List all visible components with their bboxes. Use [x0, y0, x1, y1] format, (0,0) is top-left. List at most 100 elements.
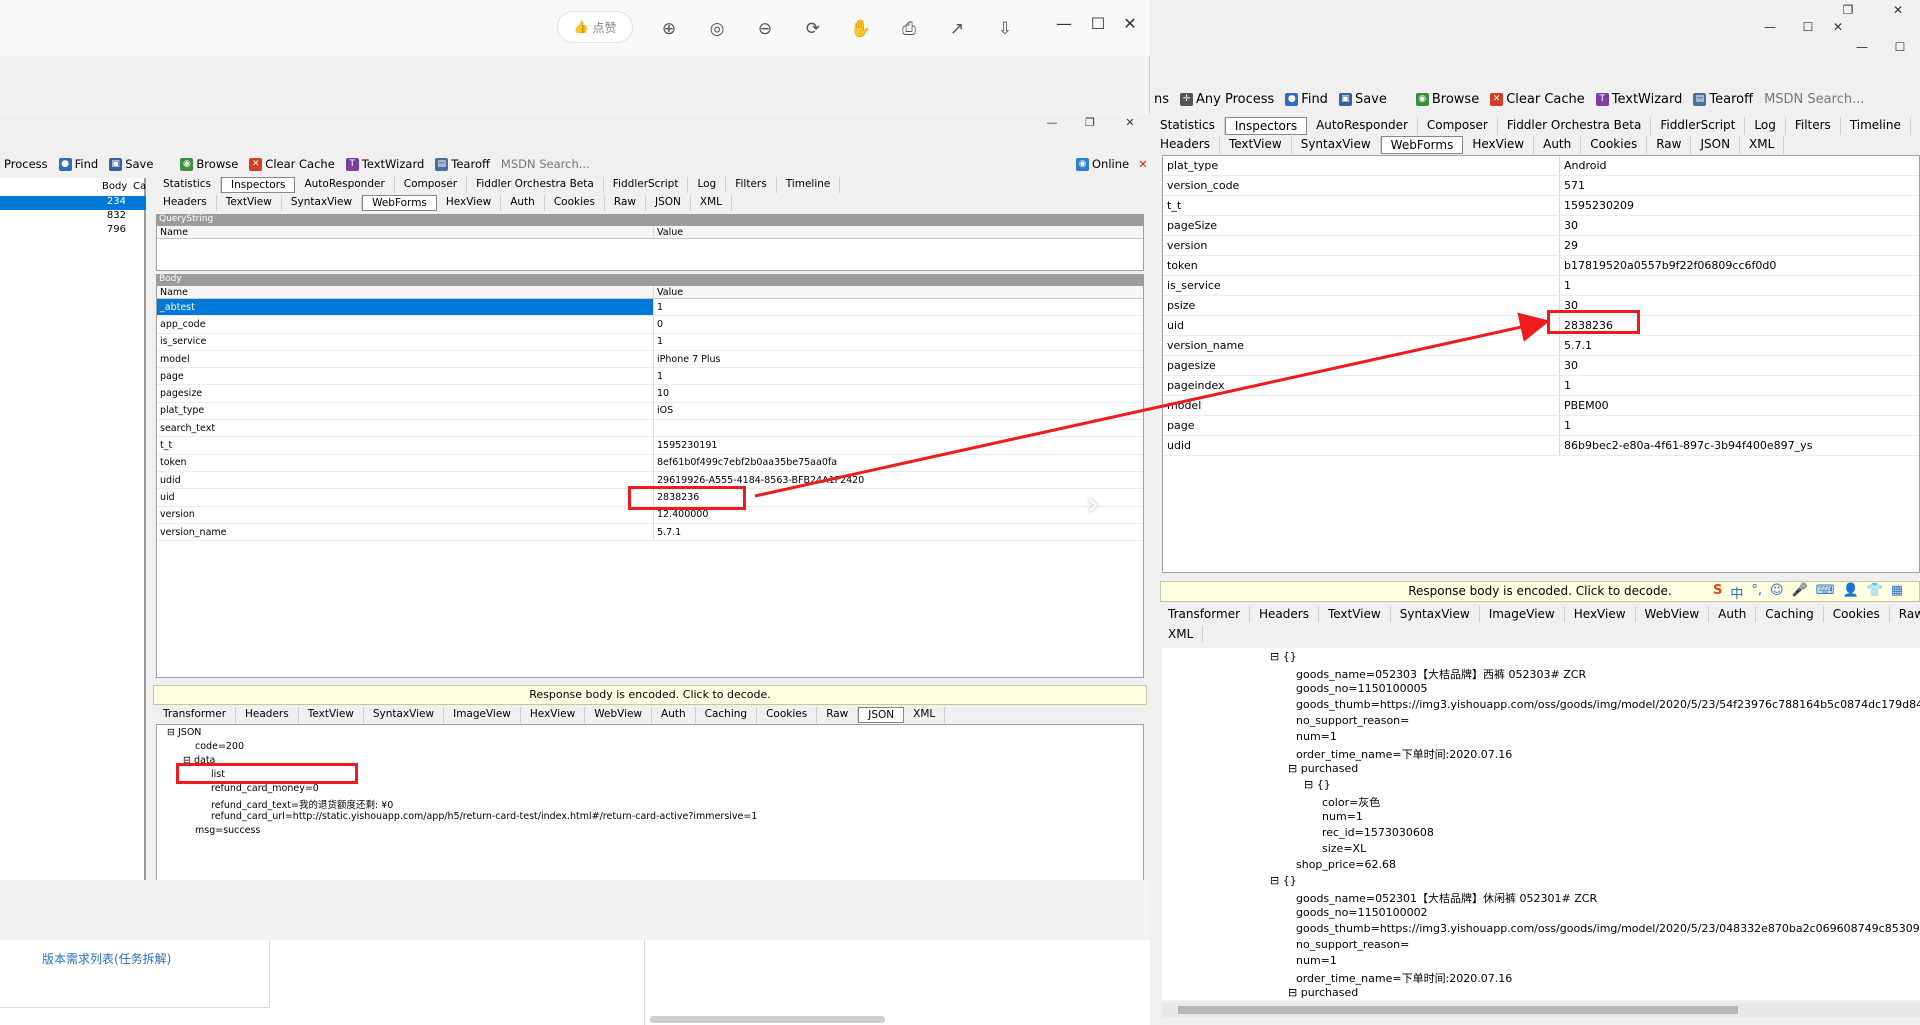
left-resp-tab[interactable]: ImageView [444, 707, 521, 723]
sessions-header-body[interactable]: Body [102, 181, 127, 192]
right-insp-tab[interactable]: Statistics [1151, 117, 1225, 135]
body-row[interactable]: plat_type iOS [157, 402, 1143, 421]
tree-leaf-node[interactable]: goods_no=1150100002 [1296, 906, 1428, 919]
tree-leaf-node[interactable]: goods_name=052303【大桔品牌】西裤 052303# ZCR [1296, 666, 1586, 682]
right-outer-restore-icon[interactable]: ❐ [1836, 3, 1860, 17]
sessions-header-caching[interactable]: Ca [133, 181, 146, 192]
body-col-name[interactable]: Name [157, 286, 654, 298]
webforms-row[interactable]: uid 2838236 [1163, 316, 1919, 336]
tb-tearoff[interactable]: ▤ Tearoff [431, 157, 494, 171]
webforms-row[interactable]: token b17819520a0557b9f22f06809cc6f0d0 [1163, 256, 1919, 276]
req-tab-hexview[interactable]: HexView [437, 195, 502, 211]
req-tab-webforms[interactable]: WebForms [362, 195, 437, 211]
ime-skin-icon[interactable]: 👕 [1867, 583, 1883, 602]
share-icon[interactable]: ↗ [944, 16, 970, 42]
webforms-row[interactable]: version_name 5.7.1 [1163, 336, 1919, 356]
zoom-out-icon[interactable]: ⊖ [752, 16, 778, 42]
session-row[interactable]: 832 [0, 210, 146, 224]
right-insp-tab[interactable]: Composer [1418, 117, 1498, 135]
right-req-tab[interactable]: Auth [1534, 136, 1582, 154]
left-resp-tab[interactable]: TextView [299, 707, 364, 723]
tree-leaf-node[interactable]: rec_id=1573030608 [1322, 826, 1434, 839]
rtb-any-process[interactable]: ✛ Any Process [1176, 92, 1278, 107]
download-icon[interactable]: ⇩ [992, 16, 1018, 42]
right-insp-tab[interactable]: Timeline [1841, 117, 1911, 135]
req-tab-textview[interactable]: TextView [217, 195, 282, 211]
tree-collapse-icon[interactable]: ⊟ [1270, 650, 1283, 663]
right-h-scrollbar[interactable] [1162, 1003, 1920, 1017]
sogou-ime-icon[interactable]: S [1713, 583, 1722, 602]
webforms-row[interactable]: pageindex 1 [1163, 376, 1919, 396]
left-resp-tab[interactable]: Auth [652, 707, 696, 723]
col-name[interactable]: Name [157, 226, 654, 238]
tree-leaf-node[interactable]: no_support_reason= [1296, 938, 1409, 951]
tab-orchestra[interactable]: Fiddler Orchestra Beta [467, 177, 604, 193]
right-req-tab[interactable]: WebForms [1380, 136, 1464, 154]
left-resp-tab[interactable]: WebView [585, 707, 653, 723]
inner-restore-icon[interactable]: ❐ [1078, 116, 1102, 129]
tb-browse[interactable]: ◉ Browse [176, 157, 242, 171]
ime-punct-icon[interactable]: °, [1751, 583, 1762, 602]
right-req-tab[interactable]: SyntaxView [1292, 136, 1381, 154]
rotate-icon[interactable]: ⟳ [800, 16, 826, 42]
right-resp-tab[interactable]: TextView [1319, 606, 1391, 622]
right-req-tab[interactable]: XML [1740, 136, 1785, 154]
tree-node-refund-text[interactable]: refund_card_text=我的退货额度还剩: ¥0 [211, 797, 393, 811]
rtb-browse[interactable]: ◉ Browse [1412, 92, 1483, 107]
right-resp-tab[interactable]: ImageView [1480, 606, 1565, 622]
version-requirements-link[interactable]: 版本需求列表(任务拆解) [42, 950, 171, 967]
tree-node-json[interactable]: ⊟ JSON [167, 727, 201, 738]
body-col-value[interactable]: Value [654, 286, 1143, 298]
session-row[interactable]: 234 [0, 196, 146, 210]
webforms-row[interactable]: page 1 [1163, 416, 1919, 436]
tab-composer[interactable]: Composer [395, 177, 468, 193]
body-row[interactable]: page 1 [157, 368, 1143, 386]
left-resp-tab[interactable]: JSON [858, 707, 905, 723]
right-insp-tab[interactable]: AutoResponder [1307, 117, 1418, 135]
col-value[interactable]: Value [654, 226, 1143, 238]
tb-find[interactable]: ● Find [55, 157, 103, 171]
msdn-search-input[interactable]: MSDN Search... [497, 157, 594, 171]
req-tab-cookies[interactable]: Cookies [545, 195, 605, 211]
right-close-icon[interactable]: ✕ [1826, 20, 1850, 34]
webforms-row[interactable]: is_service 1 [1163, 276, 1919, 296]
tree-node-refund-money[interactable]: refund_card_money=0 [211, 783, 319, 794]
r-msdn-search-input[interactable]: MSDN Search... [1760, 92, 1868, 107]
rtb-process-suffix[interactable]: ns [1150, 92, 1173, 107]
tree-leaf-node[interactable]: order_time_name=下单时间:2020.07.16 [1296, 970, 1512, 986]
right-outer-close-icon[interactable]: ✕ [1886, 3, 1910, 17]
rtb-save[interactable]: ▣ Save [1335, 92, 1391, 107]
inner-close-icon[interactable]: ✕ [1118, 116, 1142, 129]
resp-tab-xml[interactable]: XML [1159, 626, 1204, 642]
right-h-scroll-thumb[interactable] [1178, 1006, 1738, 1014]
left-resp-tab[interactable]: Transformer [154, 707, 237, 723]
rtb-find[interactable]: ● Find [1281, 92, 1332, 107]
ime-chinese-mode[interactable]: 中 [1730, 583, 1743, 602]
tree-collapse-icon[interactable]: ⊟ [1288, 762, 1301, 775]
body-row[interactable]: is_service 1 [157, 333, 1143, 351]
tab-fiddlerscript[interactable]: FiddlerScript [604, 177, 689, 193]
ime-mic-icon[interactable]: 🎤 [1792, 583, 1808, 602]
next-image-icon[interactable]: › [1086, 484, 1100, 524]
left-resp-tab[interactable]: HexView [521, 707, 586, 723]
tree-object-node[interactable]: ⊟ {} [1304, 778, 1331, 791]
tree-object-node[interactable]: ⊟ {} [1270, 650, 1297, 663]
horizontal-scrollbar[interactable] [650, 1016, 885, 1023]
body-row[interactable]: version_name 5.7.1 [157, 523, 1143, 542]
webforms-row[interactable]: pagesize 30 [1163, 356, 1919, 376]
right-maximize-icon[interactable]: ☐ [1796, 20, 1820, 34]
tab-autoresponder[interactable]: AutoResponder [295, 177, 395, 193]
tree-leaf-node[interactable]: order_time_name=下单时间:2020.07.16 [1296, 746, 1512, 762]
right-resp-tab[interactable]: Auth [1709, 606, 1757, 622]
left-resp-tab[interactable]: Caching [696, 707, 758, 723]
tab-inspectors[interactable]: Inspectors [221, 177, 296, 193]
right-req-tab[interactable]: Cookies [1581, 136, 1648, 154]
tree-leaf-node[interactable]: ⊟ purchased [1288, 762, 1358, 775]
body-row[interactable]: search_text [157, 420, 1143, 438]
body-row[interactable]: token 8ef61b0f499c7ebf2b0aa35be75aa0fa [157, 454, 1143, 472]
right-inner-minimize-icon[interactable]: — [1850, 40, 1874, 54]
left-resp-tab[interactable]: SyntaxView [364, 707, 445, 723]
webforms-row[interactable]: udid 86b9bec2-e80a-4f61-897c-3b94f400e897… [1163, 436, 1919, 456]
right-minimize-icon[interactable]: — [1758, 20, 1782, 34]
right-resp-tab[interactable]: Caching [1756, 606, 1824, 622]
